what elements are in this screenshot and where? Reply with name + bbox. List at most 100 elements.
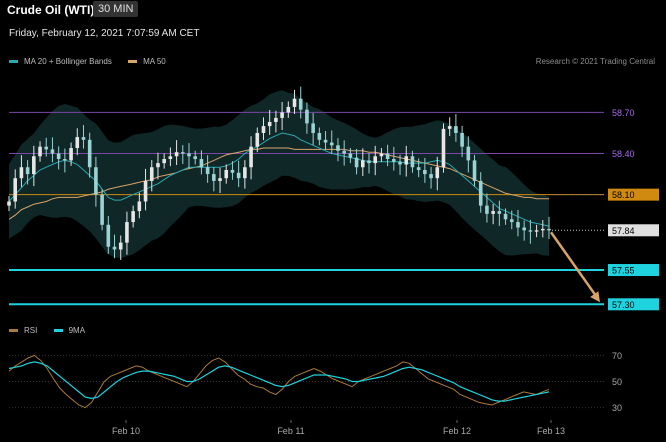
candle-body: [81, 137, 86, 140]
candle-body: [522, 227, 526, 231]
level-tag-text: 58.40: [612, 149, 635, 159]
rsi-tick-70: 70: [612, 351, 622, 361]
x-tick-label: Feb 11: [277, 426, 304, 436]
candle-body: [230, 169, 235, 173]
candle-body: [360, 160, 365, 168]
candle-body: [156, 163, 160, 168]
candle-body: [516, 222, 520, 228]
candle-body: [298, 98, 303, 110]
candle-body: [534, 230, 539, 232]
candle-body: [466, 146, 471, 161]
candle-body: [193, 156, 198, 160]
candle-body: [255, 132, 260, 147]
candle-body: [75, 137, 80, 149]
candle-body: [205, 167, 210, 175]
candle-body: [311, 123, 315, 133]
candle-body: [280, 112, 284, 118]
candle-body: [485, 205, 489, 214]
candle-body: [274, 117, 278, 123]
candle-body: [261, 126, 266, 133]
candle-body: [423, 169, 427, 175]
candle-body: [336, 145, 340, 151]
candle-body: [224, 169, 229, 179]
candle-body: [317, 132, 322, 140]
candle-body: [212, 174, 216, 181]
candle-body: [19, 167, 24, 179]
x-tick-label: Feb 13: [537, 426, 565, 436]
candle-body: [373, 156, 378, 164]
candle-body: [491, 211, 495, 214]
chart-canvas[interactable]: 58.70 58.40 58.10 57.55 57.30 57.84 70 50 30 Feb …: [0, 0, 666, 442]
candle-body: [342, 150, 346, 154]
candle-body: [7, 201, 11, 206]
candle-body: [25, 167, 30, 175]
candle-body: [69, 148, 73, 161]
candle-body: [416, 167, 421, 170]
candle-body: [509, 219, 514, 223]
rsi-tick-30: 30: [612, 403, 622, 413]
rsi-tick-50: 50: [612, 377, 622, 387]
candle-body: [63, 159, 67, 161]
x-tick-label: Feb 10: [112, 426, 140, 436]
candle-body: [137, 201, 142, 212]
candle-body: [305, 109, 309, 124]
candle-body: [125, 222, 129, 243]
level-label-58.70: 58.70: [612, 108, 635, 118]
last-price-tag: 57.84: [608, 224, 659, 237]
candle-body: [323, 139, 328, 143]
candle-body: [478, 180, 483, 206]
candle-body: [367, 160, 371, 164]
candle-body: [385, 153, 390, 160]
candle-body: [236, 172, 241, 179]
candle-body: [199, 159, 204, 168]
candle-body: [379, 153, 384, 157]
candle-body: [174, 152, 179, 157]
candle-body: [540, 228, 545, 231]
candle-body: [131, 211, 135, 223]
candle-body: [454, 126, 458, 133]
candle-body: [168, 156, 173, 160]
level-tag-text: 57.30: [612, 300, 635, 310]
candle-body: [441, 128, 446, 168]
candle-body: [348, 153, 353, 158]
candle-body: [149, 167, 154, 181]
candle-body: [404, 156, 409, 165]
candle-body: [94, 167, 98, 195]
candle-body: [429, 174, 433, 179]
candle-body: [447, 126, 452, 129]
candle-body: [118, 242, 123, 250]
level-tag-text: 57.55: [612, 266, 635, 276]
candle-body: [497, 211, 502, 214]
candle-body: [13, 178, 18, 202]
candle-body: [218, 178, 222, 181]
level-label-58.10: 58.10: [608, 188, 659, 201]
level-tag-text: 58.10: [612, 190, 635, 200]
candle-body: [503, 213, 508, 220]
last-price-text: 57.84: [612, 226, 635, 236]
candle-body: [354, 157, 359, 168]
candle-body: [38, 146, 42, 157]
candle-body: [460, 132, 464, 147]
candle-body: [112, 246, 117, 250]
level-tag-text: 58.70: [612, 108, 635, 118]
candle-body: [249, 146, 253, 168]
candle-body: [267, 122, 272, 127]
candle-body: [50, 149, 55, 154]
candle-body: [187, 153, 191, 157]
level-label-57.55: 57.55: [608, 264, 659, 277]
candle-body: [87, 139, 92, 168]
candle-body: [472, 160, 477, 181]
candle-body: [32, 156, 36, 175]
candle-body: [106, 224, 111, 247]
candle-body: [243, 167, 247, 179]
candle-body: [435, 167, 440, 179]
candle-body: [143, 180, 148, 202]
candle-body: [410, 156, 415, 168]
candle-body: [44, 146, 49, 150]
level-label-57.30: 57.30: [608, 298, 659, 311]
level-label-58.40: 58.40: [612, 149, 635, 159]
forecast-arrow-line: [549, 231, 599, 299]
candle-body: [162, 159, 166, 164]
candle-body: [100, 194, 104, 225]
x-tick-label: Feb 12: [443, 426, 471, 436]
